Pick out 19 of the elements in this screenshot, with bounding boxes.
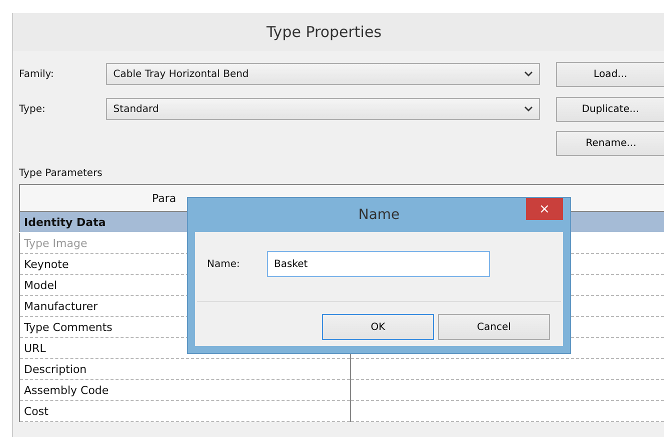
name-field[interactable]: Basket (267, 251, 490, 277)
dialog-button[interactable]: OK (322, 314, 434, 340)
close-button[interactable]: × (526, 198, 563, 220)
field-label: Name: (207, 258, 241, 270)
rename-button[interactable]: Rename... (556, 131, 664, 156)
dropdown-field[interactable]: Cable Tray Horizontal Bend (106, 63, 540, 85)
field-label: Type: (18, 104, 46, 114)
window-title: Type Properties (266, 23, 382, 41)
dialog-button[interactable]: Cancel (438, 314, 550, 340)
field-label: Family: (18, 68, 55, 80)
parameter-name: Cost (20, 400, 350, 422)
chevron-down-icon (524, 106, 533, 112)
dropdown-field[interactable]: Standard (106, 98, 540, 120)
side-button[interactable]: Load... (556, 62, 664, 86)
section-label: Type Parameters (19, 168, 104, 181)
parameter-name: Assembly Code (20, 380, 350, 400)
side-button[interactable]: Duplicate... (556, 96, 664, 122)
parameter-name: Description (20, 358, 350, 380)
chevron-down-icon (524, 71, 533, 77)
